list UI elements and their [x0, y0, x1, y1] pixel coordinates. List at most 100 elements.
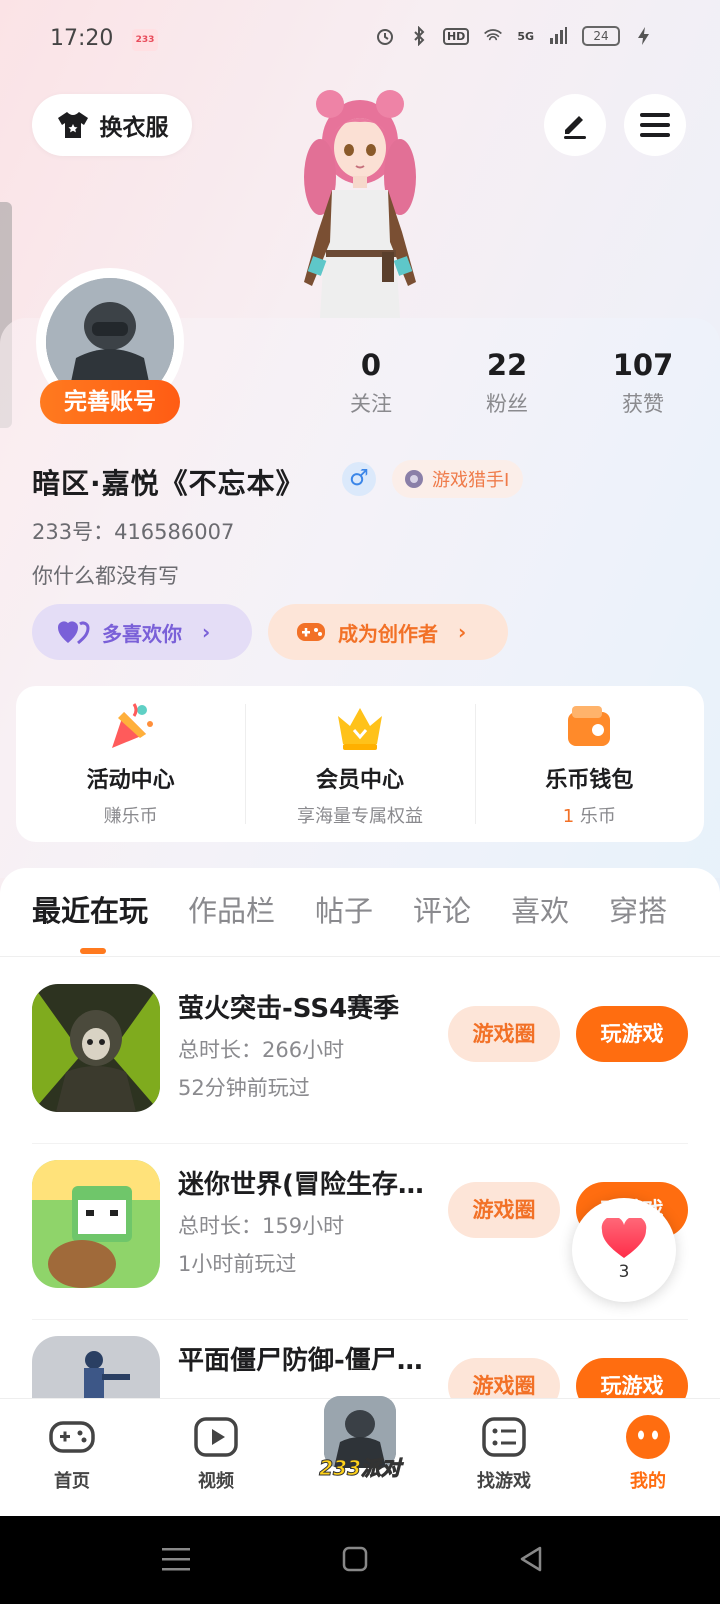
gamepad-icon [49, 1421, 95, 1453]
menu-button[interactable] [624, 94, 686, 156]
hamburger-menu-icon [640, 113, 670, 137]
avatar-character[interactable] [260, 82, 460, 318]
username: 暗区·嘉悦《不忘本》 [32, 467, 305, 500]
coin-wallet-title: 乐币钱包 [545, 768, 634, 793]
fans-label: 粉丝 [486, 392, 528, 416]
stat-fans[interactable]: 22 粉丝 [442, 348, 572, 418]
game-circle-button[interactable]: 游戏圈 [448, 1182, 560, 1238]
active-tab-indicator [80, 948, 106, 954]
services-card: 活动中心 赚乐币 会员中心 享海量专属权益 乐币钱包 1 乐币 [16, 686, 704, 842]
like-you-button[interactable]: 多喜欢你 › [32, 604, 252, 660]
status-time: 17:20 [50, 26, 114, 51]
recent-apps-icon[interactable] [162, 1546, 190, 1572]
smiley-face-icon [626, 1415, 670, 1459]
dress-up-label: 换衣服 [99, 115, 169, 141]
signal-icon [550, 27, 567, 44]
game-title: 迷你世界(冒险生存… [178, 1170, 424, 1200]
nav-home[interactable]: 首页 [22, 1413, 122, 1493]
coin-balance: 1 [562, 806, 575, 827]
nav-find-game-label: 找游戏 [477, 1471, 531, 1492]
tab-outfits[interactable]: 穿搭 [609, 888, 667, 936]
game-circle-button[interactable]: 游戏圈 [448, 1006, 560, 1062]
male-gender-icon: ♂ [342, 462, 376, 496]
become-creator-button[interactable]: 成为创作者 › [268, 604, 508, 660]
coin-unit: 乐币 [579, 806, 616, 827]
complete-account-button[interactable]: 完善账号 [40, 380, 180, 424]
fans-count: 22 [486, 348, 528, 382]
nav-find-game[interactable]: 找游戏 [454, 1413, 554, 1493]
game-duration: 总时长：266小时 [178, 1038, 345, 1062]
member-center-subtitle: 享海量专属权益 [296, 806, 423, 827]
divider [0, 956, 720, 957]
coin-wallet-entry[interactable]: 乐币钱包 1 乐币 [474, 686, 704, 842]
double-heart-icon [58, 621, 90, 645]
video-play-icon [194, 1417, 238, 1457]
coin-wallet-subtitle: 1 乐币 [563, 802, 616, 828]
game-row[interactable]: 萤火突击-SS4赛季 总时长：266小时 52分钟前玩过 游戏圈 玩游戏 [0, 968, 720, 1144]
game-icon[interactable] [32, 1160, 160, 1288]
play-game-button[interactable]: 玩游戏 [576, 1006, 688, 1062]
home-icon[interactable] [342, 1546, 368, 1572]
stat-likes[interactable]: 107 获赞 [578, 348, 708, 418]
like-count: 3 [618, 1262, 630, 1282]
dress-up-button[interactable]: 换衣服 [32, 94, 192, 156]
game-duration: 总时长：159小时 [178, 1214, 345, 1238]
activity-center-subtitle: 赚乐币 [103, 806, 158, 827]
game-icon-image [32, 1160, 160, 1288]
nav-party-center[interactable]: 233派对 [318, 1396, 402, 1481]
creator-label: 成为创作者 [338, 621, 438, 646]
wallet-icon [568, 706, 611, 746]
nav-video[interactable]: 视频 [166, 1413, 266, 1493]
status-bar: 17:20 233 HD 5G 24 [0, 0, 720, 84]
tab-works[interactable]: 作品栏 [188, 888, 275, 936]
bluetooth-icon [414, 26, 425, 46]
following-count: 0 [360, 348, 382, 382]
game-icon-image [32, 984, 160, 1112]
activity-center-title: 活动中心 [86, 768, 175, 793]
game-last-played: 1小时前玩过 [178, 1252, 297, 1276]
badge-label: 游戏猎手I [432, 470, 510, 491]
crown-icon [337, 708, 382, 750]
hd-icon: HD [442, 27, 470, 45]
tab-comments[interactable]: 评论 [413, 888, 471, 936]
pencil-icon [564, 116, 586, 139]
stat-following[interactable]: 0 关注 [306, 348, 436, 418]
tab-posts[interactable]: 帖子 [315, 888, 373, 936]
member-center-entry[interactable]: 会员中心 享海量专属权益 [245, 686, 474, 842]
party-popper-icon [111, 703, 153, 748]
game-hunter-badge[interactable]: 游戏猎手I [392, 460, 524, 498]
chevron-right-icon: › [202, 620, 211, 644]
back-icon[interactable] [518, 1546, 544, 1572]
nav-video-label: 视频 [198, 1471, 234, 1492]
game-title: 萤火突击-SS4赛季 [178, 994, 400, 1024]
chevron-right-icon: › [458, 620, 467, 644]
app-notification-icon: 233 [132, 29, 158, 51]
profile-tabs: 最近在玩 作品栏 帖子 评论 喜欢 穿搭 [32, 888, 720, 936]
game-last-played: 52分钟前玩过 [178, 1076, 310, 1100]
party-label: 233派对 [319, 1456, 402, 1481]
wifi-icon [484, 29, 503, 41]
heart-icon [601, 1218, 647, 1258]
tab-recent-played[interactable]: 最近在玩 [32, 888, 148, 936]
like-you-label: 多喜欢你 [102, 621, 182, 646]
likes-label: 获赞 [622, 392, 664, 416]
game-title: 平面僵尸防御-僵尸… [178, 1346, 423, 1376]
tab-likes[interactable]: 喜欢 [511, 888, 569, 936]
bio[interactable]: 你什么都没有写 [32, 560, 179, 590]
edit-profile-button[interactable] [544, 94, 606, 156]
user-id[interactable]: 233号：416586007 [32, 516, 234, 546]
following-label: 关注 [350, 392, 392, 416]
activity-center-entry[interactable]: 活动中心 赚乐币 [16, 686, 245, 842]
member-center-title: 会员中心 [315, 768, 404, 793]
list-icon [482, 1417, 526, 1457]
shirt-icon [57, 112, 88, 138]
nav-mine-label: 我的 [630, 1471, 666, 1492]
battery-icon: 24 [582, 26, 620, 46]
game-icon[interactable] [32, 984, 160, 1112]
hunter-badge-icon [405, 470, 423, 488]
floating-like-button[interactable]: 3 [572, 1198, 676, 1302]
charging-icon [638, 27, 649, 45]
nav-mine[interactable]: 我的 [598, 1413, 698, 1493]
network-type: 5G [517, 29, 534, 43]
alarm-icon [376, 29, 393, 45]
